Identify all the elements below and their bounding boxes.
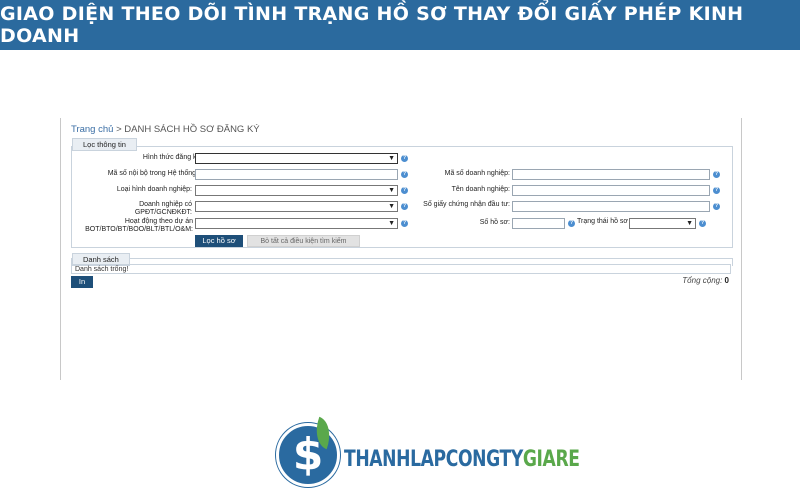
file-number-label: Số hồ sơ: (479, 219, 510, 226)
help-icon[interactable]: ? (713, 171, 720, 178)
empty-list-message: Danh sách trống! (71, 264, 731, 274)
breadcrumb: Trang chủ > DANH SÁCH HỒ SƠ ĐĂNG KÝ (71, 124, 260, 135)
logo-text-part2: GIARE (522, 447, 580, 472)
app-window: Trang chủ > DANH SÁCH HỒ SƠ ĐĂNG KÝ Lọc … (60, 118, 742, 380)
logo-text-part1: THANHLAPCONGTY (344, 447, 523, 472)
file-status-label: Trạng thái hồ sơ (577, 218, 629, 225)
registration-type-select[interactable]: ▼ (195, 153, 398, 164)
total-value: 0 (724, 276, 729, 285)
chevron-down-icon: ▼ (388, 155, 395, 162)
help-icon[interactable]: ? (568, 220, 575, 227)
print-button[interactable]: In (71, 276, 93, 288)
help-icon[interactable]: ? (401, 187, 408, 194)
dollar-icon: $ (292, 429, 324, 480)
chevron-down-icon: ▼ (388, 220, 395, 227)
chevron-down-icon: ▼ (686, 220, 693, 227)
filter-button[interactable]: Lọc hồ sơ (195, 235, 243, 247)
enterprise-code-label: Mã số doanh nghiệp: (444, 170, 510, 177)
has-certificate-label: Doanh nghiệp có GPĐT/GCNĐKĐT: (134, 201, 192, 216)
chevron-down-icon: ▼ (388, 203, 395, 210)
internal-code-input[interactable] (195, 169, 398, 180)
chevron-down-icon: ▼ (388, 187, 395, 194)
clear-filters-button[interactable]: Bỏ tất cả điều kiện tìm kiếm (247, 235, 360, 247)
registration-type-label: Hình thức đăng ký: (142, 154, 202, 161)
banner-title: GIAO DIỆN THEO DÕI TÌNH TRẠNG HỒ SƠ THAY… (0, 3, 744, 47)
help-icon[interactable]: ? (699, 220, 706, 227)
help-icon[interactable]: ? (401, 155, 408, 162)
has-certificate-select[interactable]: ▼ (195, 201, 398, 212)
help-icon[interactable]: ? (401, 171, 408, 178)
site-logo: $ THANHLAPCONGTYGIARE (276, 416, 580, 493)
business-type-label: Loại hình doanh nghiệp: (116, 186, 192, 193)
project-activity-select[interactable]: ▼ (195, 218, 398, 229)
investment-certificate-label: Số giấy chứng nhận đầu tư: (423, 201, 510, 208)
enterprise-name-input[interactable] (512, 185, 710, 196)
help-icon[interactable]: ? (713, 187, 720, 194)
breadcrumb-separator: > (116, 124, 122, 135)
banner: GIAO DIỆN THEO DÕI TÌNH TRẠNG HỒ SƠ THAY… (0, 0, 800, 50)
project-activity-label: Hoạt động theo dự án BOT/BTO/BT/BOO/BLT/… (85, 218, 193, 233)
enterprise-code-input[interactable] (512, 169, 710, 180)
total-count: Tổng cộng: 0 (682, 276, 729, 285)
logo-text: THANHLAPCONGTYGIARE (344, 447, 580, 472)
breadcrumb-home-link[interactable]: Trang chủ (71, 124, 113, 135)
internal-code-label: Mã số nội bộ trong Hệ thống: (107, 170, 198, 177)
total-label: Tổng cộng: (682, 276, 723, 285)
file-number-input[interactable] (512, 218, 565, 229)
breadcrumb-current: DANH SÁCH HỒ SƠ ĐĂNG KÝ (124, 124, 260, 135)
help-icon[interactable]: ? (401, 220, 408, 227)
file-status-select[interactable]: ▼ (629, 218, 696, 229)
filter-panel: Lọc thông tin Hình thức đăng ký: ▼ ? Mã … (71, 138, 733, 248)
help-icon[interactable]: ? (713, 203, 720, 210)
investment-certificate-input[interactable] (512, 201, 710, 212)
help-icon[interactable]: ? (401, 203, 408, 210)
filter-legend[interactable]: Lọc thông tin (72, 138, 137, 151)
enterprise-name-label: Tên doanh nghiệp: (451, 186, 510, 193)
business-type-select[interactable]: ▼ (195, 185, 398, 196)
